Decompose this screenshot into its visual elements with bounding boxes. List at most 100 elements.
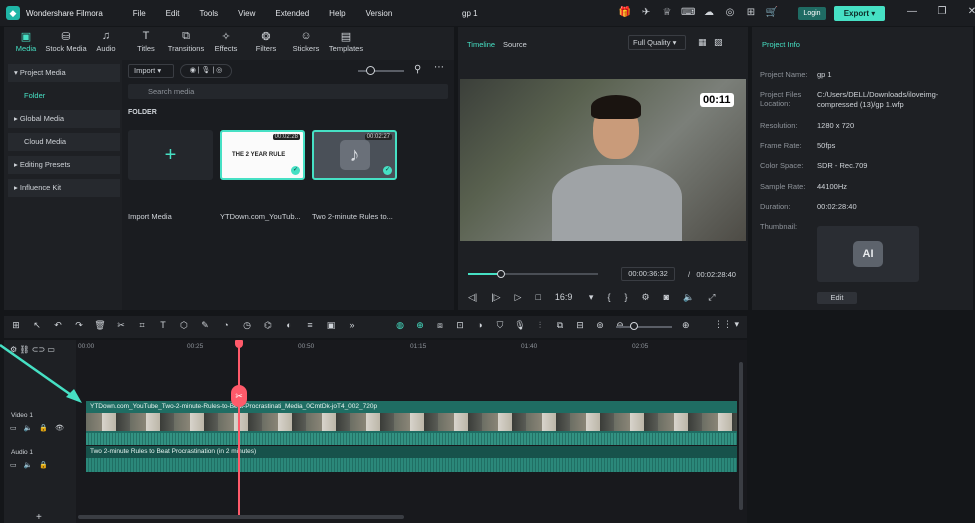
timer-icon[interactable]: ◷ — [241, 320, 253, 331]
video-clip[interactable]: YTDown.com_YouTube_Two-2-minute-Rules-to… — [86, 401, 737, 445]
menu-extended[interactable]: Extended — [275, 9, 309, 18]
tab-transitions[interactable]: ⧉ Transitions — [168, 27, 204, 60]
layout-icon[interactable]: ⊞ — [10, 320, 22, 331]
audio-mixer-icon[interactable]: ⫶ — [534, 320, 546, 331]
tab-filters[interactable]: ❂ Filters — [250, 27, 282, 60]
media-clip-video[interactable]: 00:02:28 THE 2 YEAR RULE ✓ — [220, 130, 305, 180]
tab-titles[interactable]: T Titles — [130, 27, 162, 60]
mark-in-icon[interactable]: { — [607, 292, 610, 303]
multicam-icon[interactable]: ⧈ — [434, 320, 446, 331]
menu-view[interactable]: View — [238, 9, 255, 18]
nav-project-media[interactable]: ▾ Project Media — [8, 64, 120, 82]
nav-editing-presets[interactable]: ▸ Editing Presets — [8, 156, 120, 174]
adjust-icon[interactable]: ≡ — [304, 320, 316, 331]
media-clip-audio[interactable]: 00:02:27 ♪ ✓ — [312, 130, 397, 180]
keyboard-icon[interactable]: ⌨ — [681, 6, 695, 20]
track-options-icon[interactable]: ⋮⋮ ▾ — [714, 319, 739, 330]
filter-icon[interactable]: ⚲ — [414, 64, 421, 75]
tab-media[interactable]: ▣ Media — [10, 27, 42, 60]
menu-file[interactable]: File — [133, 9, 146, 18]
tab-timeline[interactable]: Timeline — [467, 40, 495, 49]
lock-icon[interactable]: 🔒 — [39, 424, 48, 432]
select-icon[interactable]: ↖ — [31, 320, 43, 331]
grid-icon[interactable]: ⊞ — [744, 6, 758, 20]
tab-audio[interactable]: ♫ Audio — [90, 27, 122, 60]
timeline-zoom-slider[interactable] — [616, 326, 672, 328]
aspect-dropdown[interactable]: 16:9 ▾ — [555, 292, 594, 303]
audio-clip[interactable]: Two 2-minute Rules to Beat Procrastinati… — [86, 446, 737, 472]
mask-icon[interactable]: ◐ — [283, 320, 295, 331]
vertical-scrollbar[interactable] — [739, 362, 743, 510]
nav-folder[interactable]: Folder — [8, 87, 120, 105]
nav-cloud-media[interactable]: Cloud Media — [8, 133, 120, 151]
color-match-icon[interactable]: ◑ — [474, 320, 486, 331]
split-scissor-icon[interactable]: ✂ — [231, 385, 247, 407]
redo-icon[interactable]: ↷ — [73, 320, 85, 331]
minimize-icon[interactable]: — — [905, 6, 919, 17]
thumbnail-zoom-knob[interactable] — [366, 66, 375, 75]
crop-icon[interactable]: ⌗ — [136, 320, 148, 331]
import-dropdown[interactable]: Import ▾ — [128, 64, 174, 78]
render-icon[interactable]: ⊟ — [574, 320, 586, 331]
video-preview[interactable]: 00:11 — [460, 79, 746, 241]
zoom-in-icon[interactable]: ⊕ — [682, 320, 690, 331]
search-input[interactable]: Search media — [128, 84, 448, 99]
more-tools-icon[interactable]: » — [346, 320, 358, 331]
edit-thumbnail-button[interactable]: Edit — [817, 292, 857, 304]
stabilize-icon[interactable]: ⊡ — [454, 320, 466, 331]
next-frame-icon[interactable]: |▷ — [491, 292, 500, 303]
tab-effects[interactable]: ✧ Effects — [210, 27, 242, 60]
split-icon[interactable]: ✂ — [115, 320, 127, 331]
folder-icon[interactable]: ▭ — [10, 424, 17, 432]
speaker-icon[interactable]: 🔈 — [24, 461, 33, 469]
timeline-zoom-knob[interactable] — [630, 322, 638, 330]
tab-stock-media[interactable]: ⛁ Stock Media — [45, 27, 86, 60]
fullscreen-icon[interactable]: ⤢ — [708, 292, 715, 303]
pip-icon[interactable]: ⧉ — [554, 320, 566, 331]
restore-icon[interactable]: ❐ — [935, 6, 949, 17]
add-track-icon[interactable]: + — [36, 512, 42, 523]
tab-source[interactable]: Source — [503, 40, 527, 49]
shield-icon[interactable]: ⛉ — [494, 320, 506, 331]
shape-icon[interactable]: ⬡ — [178, 320, 190, 331]
eye-icon[interactable]: 👁 — [55, 424, 64, 432]
undo-icon[interactable]: ↶ — [52, 320, 64, 331]
quality-dropdown[interactable]: Full Quality ▾ — [628, 35, 686, 50]
stop-icon[interactable]: □ — [535, 292, 540, 303]
lock-icon[interactable]: 🔒 — [39, 461, 48, 469]
rocket-icon[interactable]: ✈ — [639, 6, 653, 20]
tab-stickers[interactable]: ☺ Stickers — [290, 27, 322, 60]
mark-out-icon[interactable]: } — [624, 292, 627, 303]
headset-icon[interactable]: ◎ — [723, 6, 737, 20]
play-icon[interactable]: ▷ — [515, 292, 522, 303]
thumbnail-zoom-slider[interactable] — [358, 70, 404, 72]
detach-icon[interactable]: ⌬ — [262, 320, 274, 331]
auto-reframe-icon[interactable]: ⊕ — [414, 320, 426, 331]
gift-icon[interactable]: 🎁 — [618, 6, 632, 20]
prev-frame-icon[interactable]: ◁| — [468, 292, 477, 303]
crown-icon[interactable]: ♕ — [660, 6, 674, 20]
snap-icon[interactable]: ⊚ — [594, 320, 606, 331]
menu-version[interactable]: Version — [366, 9, 393, 18]
import-media-tile[interactable]: + — [128, 130, 213, 180]
menu-edit[interactable]: Edit — [166, 9, 180, 18]
speed-icon[interactable]: ◔ — [220, 320, 232, 331]
scrub-knob[interactable] — [496, 270, 505, 278]
cloud-icon[interactable]: ☁ — [702, 6, 716, 20]
menu-help[interactable]: Help — [329, 9, 345, 18]
login-button[interactable]: Login — [798, 7, 826, 20]
horizontal-scrollbar[interactable] — [78, 515, 404, 519]
folder-icon[interactable]: ▭ — [10, 461, 17, 469]
thumbnail-preview[interactable]: AI — [817, 226, 919, 282]
tab-templates[interactable]: ▤ Templates — [329, 27, 363, 60]
paint-icon[interactable]: ✎ — [199, 320, 211, 331]
nav-global-media[interactable]: ▸ Global Media — [8, 110, 120, 128]
delete-icon[interactable]: 🗑 — [94, 320, 106, 331]
ai-assistant-icon[interactable]: ◍ — [394, 320, 406, 331]
speaker-icon[interactable]: 🔈 — [24, 424, 33, 432]
keyframe-icon[interactable]: ▣ — [325, 320, 337, 331]
text-icon[interactable]: T — [157, 320, 169, 331]
cart-icon[interactable]: 🛒 — [765, 6, 779, 20]
menu-tools[interactable]: Tools — [199, 9, 218, 18]
close-icon[interactable]: ✕ — [965, 6, 975, 17]
